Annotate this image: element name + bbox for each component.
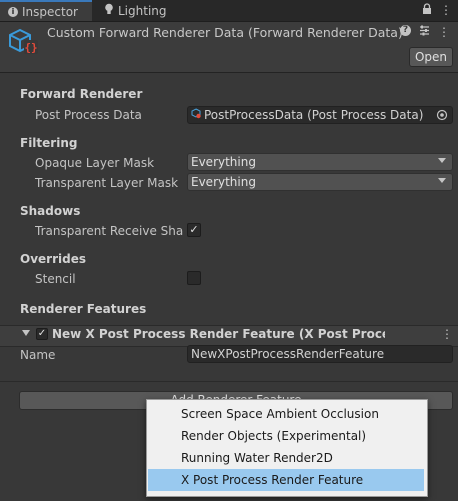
header-icons: ? ⋮ — [400, 25, 450, 39]
svg-text:{}: {} — [24, 41, 37, 54]
tab-inspector[interactable]: i Inspector — [0, 0, 92, 21]
stencil-checkbox[interactable] — [187, 271, 201, 285]
renderer-feature-title: New X Post Process Render Feature (X Pos… — [52, 327, 385, 341]
help-icon[interactable]: ? — [400, 25, 411, 36]
kebab-menu-icon[interactable]: ⋮ — [441, 327, 453, 341]
kebab-menu-icon[interactable]: ⋮ — [440, 3, 452, 18]
menu-item-x-post-process[interactable]: X Post Process Render Feature — [148, 469, 424, 491]
transparent-receive-shadows-label: Transparent Receive Shad — [35, 224, 183, 238]
menu-item-render-objects[interactable]: Render Objects (Experimental) — [148, 425, 424, 447]
open-button[interactable]: Open — [409, 47, 453, 67]
section-filtering: Filtering — [20, 136, 78, 150]
checkmark-icon: ✓ — [189, 223, 199, 236]
post-process-data-label: Post Process Data — [35, 108, 142, 122]
chevron-down-icon — [438, 178, 446, 183]
preset-icon[interactable] — [419, 25, 430, 39]
section-forward-renderer: Forward Renderer — [20, 87, 143, 101]
tab-lighting-label: Lighting — [118, 3, 167, 18]
transparent-receive-shadows-checkbox[interactable]: ✓ — [187, 223, 201, 237]
section-shadows: Shadows — [20, 204, 81, 218]
feature-name-label: Name — [20, 348, 56, 362]
info-icon: i — [8, 6, 18, 17]
checkmark-icon: ✓ — [37, 328, 47, 339]
section-overrides: Overrides — [20, 252, 86, 266]
section-renderer-features: Renderer Features — [20, 302, 147, 316]
menu-item-running-water[interactable]: Running Water Render2D — [148, 447, 424, 469]
transparent-layer-mask-dropdown[interactable]: Everything — [187, 173, 453, 191]
scriptable-object-icon: {} — [8, 26, 40, 61]
post-process-asset-icon — [191, 108, 202, 122]
tab-lighting[interactable]: Lighting — [96, 0, 176, 21]
object-picker-icon[interactable] — [436, 109, 448, 123]
kebab-menu-icon[interactable]: ⋮ — [438, 25, 450, 39]
post-process-data-value: PostProcessData (Post Process Data) — [204, 108, 424, 122]
tab-inspector-label: Inspector — [22, 4, 78, 19]
inspector-title: Custom Forward Renderer Data (Forward Re… — [47, 25, 403, 40]
window-controls: ⋮ — [422, 3, 452, 18]
post-process-data-field[interactable]: PostProcessData (Post Process Data) — [187, 106, 453, 124]
transparent-layer-mask-value: Everything — [191, 175, 256, 189]
add-feature-popup-menu: Screen Space Ambient Occlusion Render Ob… — [146, 399, 428, 497]
feature-name-input[interactable]: NewXPostProcessRenderFeature — [187, 345, 453, 363]
opaque-layer-mask-dropdown[interactable]: Everything — [187, 153, 453, 171]
foldout-arrow-icon[interactable] — [22, 330, 30, 336]
divider — [0, 381, 458, 382]
stencil-label: Stencil — [35, 272, 76, 286]
menu-item-ssao[interactable]: Screen Space Ambient Occlusion — [148, 403, 424, 425]
lightbulb-icon — [104, 3, 114, 18]
opaque-layer-mask-value: Everything — [191, 155, 256, 169]
chevron-down-icon — [438, 158, 446, 163]
opaque-layer-mask-label: Opaque Layer Mask — [35, 156, 155, 170]
lock-icon[interactable] — [422, 3, 432, 18]
feature-enabled-checkbox[interactable]: ✓ — [36, 328, 48, 340]
transparent-layer-mask-label: Transparent Layer Mask — [35, 176, 179, 190]
